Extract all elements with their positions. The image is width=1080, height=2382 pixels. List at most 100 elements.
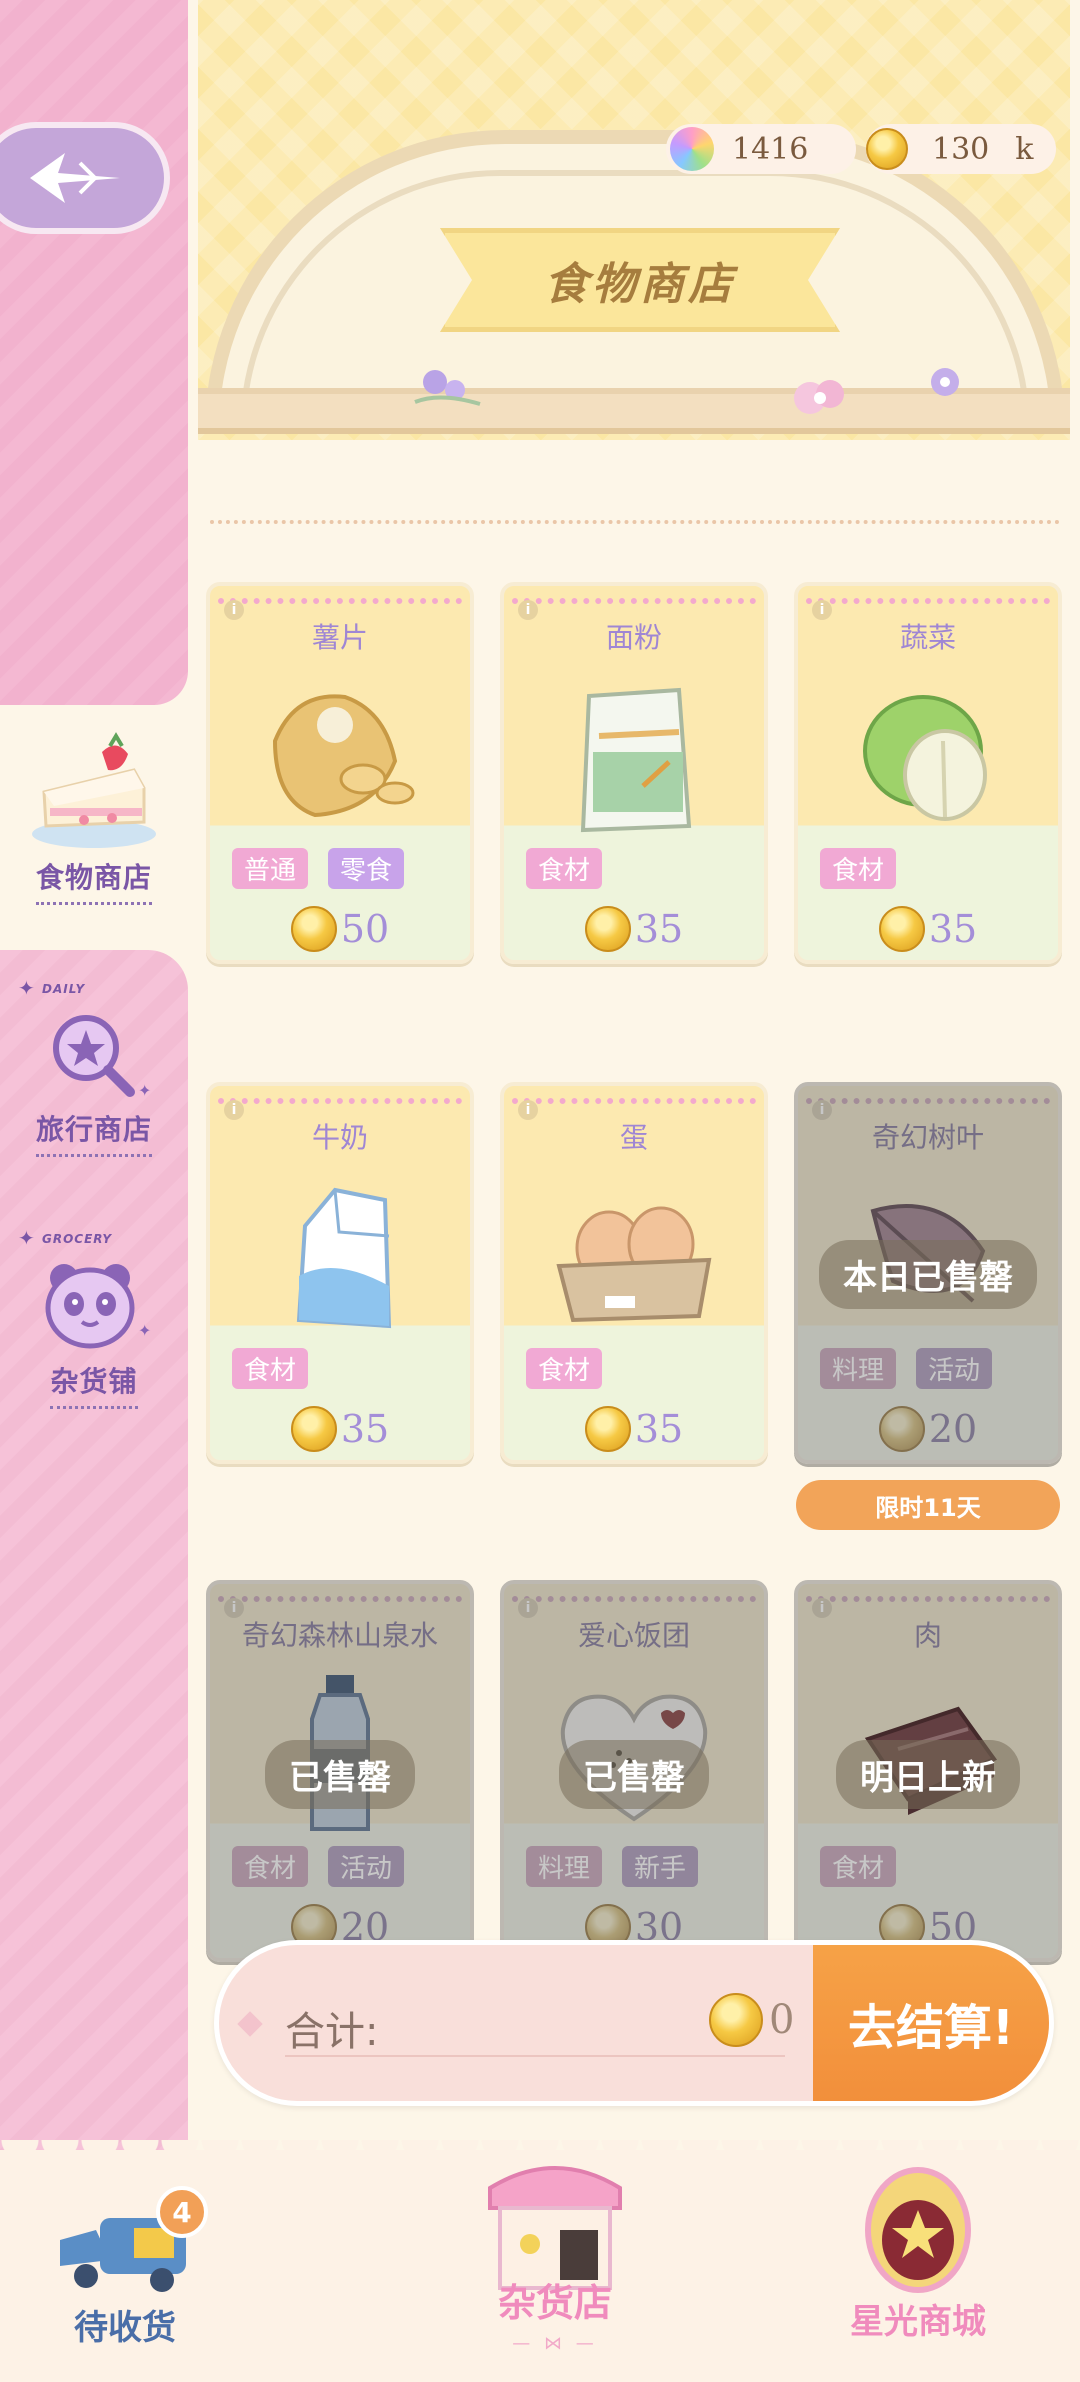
coin-icon xyxy=(866,128,908,170)
sparkle-icon: ✦ xyxy=(18,1226,35,1250)
product-name: 薯片 xyxy=(311,621,368,654)
svg-text:✦: ✦ xyxy=(138,1081,151,1100)
product-name: 奇幻森林山泉水 xyxy=(241,1619,438,1652)
back-arrow-icon xyxy=(30,153,120,203)
product-card[interactable]: i 面粉 食材 35 xyxy=(500,582,768,964)
page-title: 食物商店 xyxy=(544,259,736,310)
sold-out-label: 已售罄 xyxy=(265,1740,415,1809)
product-name: 牛奶 xyxy=(311,1121,368,1154)
sidebar-tag-grocery: GROCERY xyxy=(42,1232,113,1246)
coin-icon xyxy=(584,1406,631,1452)
star-currency-display: 1416 xyxy=(666,124,856,174)
product-price: 35 xyxy=(340,1407,390,1451)
back-button[interactable] xyxy=(0,122,170,234)
product-card[interactable]: i 牛奶 食材 35 xyxy=(206,1082,474,1464)
star-gem-icon xyxy=(670,127,714,171)
card-ribbon xyxy=(218,1086,462,1104)
coin-icon xyxy=(290,1406,337,1452)
product-card[interactable]: i 薯片 普通 零食 50 xyxy=(206,582,474,964)
new-tomorrow-label: 明日上新 xyxy=(836,1740,1020,1809)
product-tag: 活动 xyxy=(328,1846,405,1887)
header-banner: 食物商店 xyxy=(440,228,840,332)
total-label: 合计: xyxy=(285,2009,379,2055)
product-tag: 普通 xyxy=(232,848,309,889)
nav-label: 待收货 xyxy=(74,2308,176,2348)
milk-carton-icon xyxy=(296,1187,392,1329)
limited-time-badge: 限时11天 xyxy=(796,1480,1060,1530)
card-ribbon xyxy=(806,1086,1050,1104)
product-tag: 食材 xyxy=(232,1846,309,1887)
flower-decoration-icon xyxy=(931,368,959,396)
nav-grocery-store[interactable]: 杂货店 — ⋈ — xyxy=(440,2148,670,2354)
sparkle-icon: ✦ xyxy=(18,976,35,1000)
product-tag: 食材 xyxy=(526,848,603,889)
nav-starlight-mall[interactable]: 星光商城 xyxy=(808,2150,1028,2343)
card-ribbon xyxy=(512,1086,756,1104)
sidebar-item-travel-shop[interactable]: ✦ 旅行商店 xyxy=(0,1004,188,1157)
flour-bag-icon xyxy=(580,687,692,833)
cabbage-icon xyxy=(863,695,987,821)
total-underline xyxy=(285,2055,785,2057)
product-price: 35 xyxy=(634,1407,684,1451)
sidebar-item-label: 食物商店 xyxy=(35,856,152,905)
sidebar-item-food-shop[interactable]: 食物商店 xyxy=(0,722,188,905)
total-amount: 0 xyxy=(709,1993,794,2047)
product-name: 蔬菜 xyxy=(899,621,956,654)
product-tag: 食材 xyxy=(820,1846,897,1887)
card-ribbon xyxy=(218,586,462,604)
product-price: 35 xyxy=(634,907,684,951)
product-tag: 活动 xyxy=(916,1348,993,1389)
star-currency-value: 1416 xyxy=(732,131,809,167)
card-ribbon xyxy=(512,586,756,604)
svg-text:✦: ✦ xyxy=(138,1321,151,1340)
sidebar-item-label: 旅行商店 xyxy=(35,1108,152,1157)
cake-icon xyxy=(32,732,156,848)
product-name: 奇幻树叶 xyxy=(871,1121,984,1154)
chips-bag-icon xyxy=(272,694,415,818)
card-ribbon xyxy=(806,586,1050,604)
checkout-button[interactable]: 去结算! xyxy=(813,1945,1049,2101)
product-card[interactable]: i 蛋 食材 35 xyxy=(500,1082,768,1464)
product-tag: 食材 xyxy=(820,848,897,889)
coin-currency-value: 130 xyxy=(932,131,990,167)
panda-icon: ✦ xyxy=(45,1264,151,1349)
product-tag: 料理 xyxy=(820,1348,897,1389)
product-tag: 食材 xyxy=(526,1348,603,1389)
sidebar-item-grocery[interactable]: ✦ 杂货铺 xyxy=(0,1256,188,1409)
egg-carton-icon xyxy=(556,1206,712,1323)
card-ribbon xyxy=(512,1584,756,1602)
product-name: 面粉 xyxy=(605,621,662,654)
coin-currency-display: 130 k xyxy=(866,124,1056,174)
bow-decoration-icon: — ⋈ — xyxy=(512,2333,598,2354)
coin-icon xyxy=(878,1406,925,1452)
product-tag: 新手 xyxy=(622,1846,699,1887)
sidebar-tag-daily: DAILY xyxy=(42,982,86,996)
sidebar-top-panel xyxy=(0,0,188,705)
product-tag: 料理 xyxy=(526,1846,603,1887)
coin-icon xyxy=(290,906,337,952)
pending-count-badge: 4 xyxy=(156,2186,208,2238)
flower-decoration-icon xyxy=(414,370,481,406)
coin-icon xyxy=(709,1993,763,2047)
product-name: 爱心饭团 xyxy=(577,1619,690,1652)
sold-out-today-label: 本日已售罄 xyxy=(819,1240,1037,1309)
checkout-bar: 合计: 0 去结算! xyxy=(214,1940,1054,2106)
sidebar-item-label: 杂货铺 xyxy=(50,1360,138,1409)
product-price: 20 xyxy=(928,1407,978,1451)
sold-out-label: 已售罄 xyxy=(559,1740,709,1809)
product-price: 35 xyxy=(928,907,978,951)
flower-decoration-icon xyxy=(794,380,844,414)
product-card[interactable]: i 蔬菜 食材 35 xyxy=(794,582,1062,964)
product-tag: 食材 xyxy=(232,1348,309,1389)
diamond-decoration-icon xyxy=(237,2011,263,2037)
product-name: 蛋 xyxy=(619,1121,648,1154)
product-price: 50 xyxy=(340,907,390,951)
total-value: 0 xyxy=(769,1997,795,2043)
nav-label: 星光商城 xyxy=(850,2302,986,2342)
product-name: 肉 xyxy=(913,1619,942,1652)
card-ribbon xyxy=(218,1584,462,1602)
coin-currency-unit: k xyxy=(1015,131,1034,167)
coin-icon xyxy=(584,906,631,952)
star-egg-icon xyxy=(865,2167,971,2293)
section-divider xyxy=(210,520,1060,524)
